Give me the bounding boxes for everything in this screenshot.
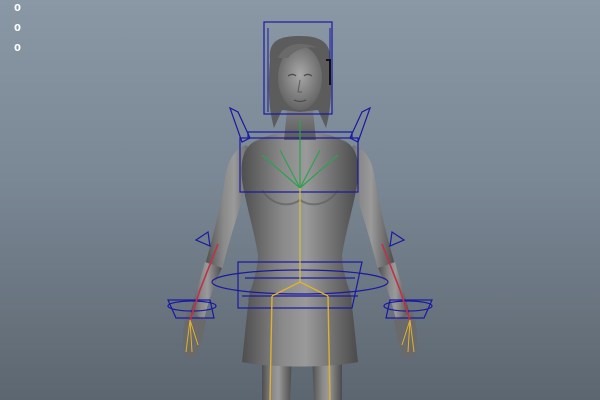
left-shoulder-control <box>228 106 251 143</box>
skirt <box>242 290 358 367</box>
left-elbow-control <box>194 230 211 247</box>
right-shoulder-control <box>349 106 372 143</box>
right-elbow-control <box>389 230 406 247</box>
maya-viewport[interactable]: 0 0 0 <box>0 0 600 400</box>
scene-canvas[interactable] <box>0 0 600 400</box>
